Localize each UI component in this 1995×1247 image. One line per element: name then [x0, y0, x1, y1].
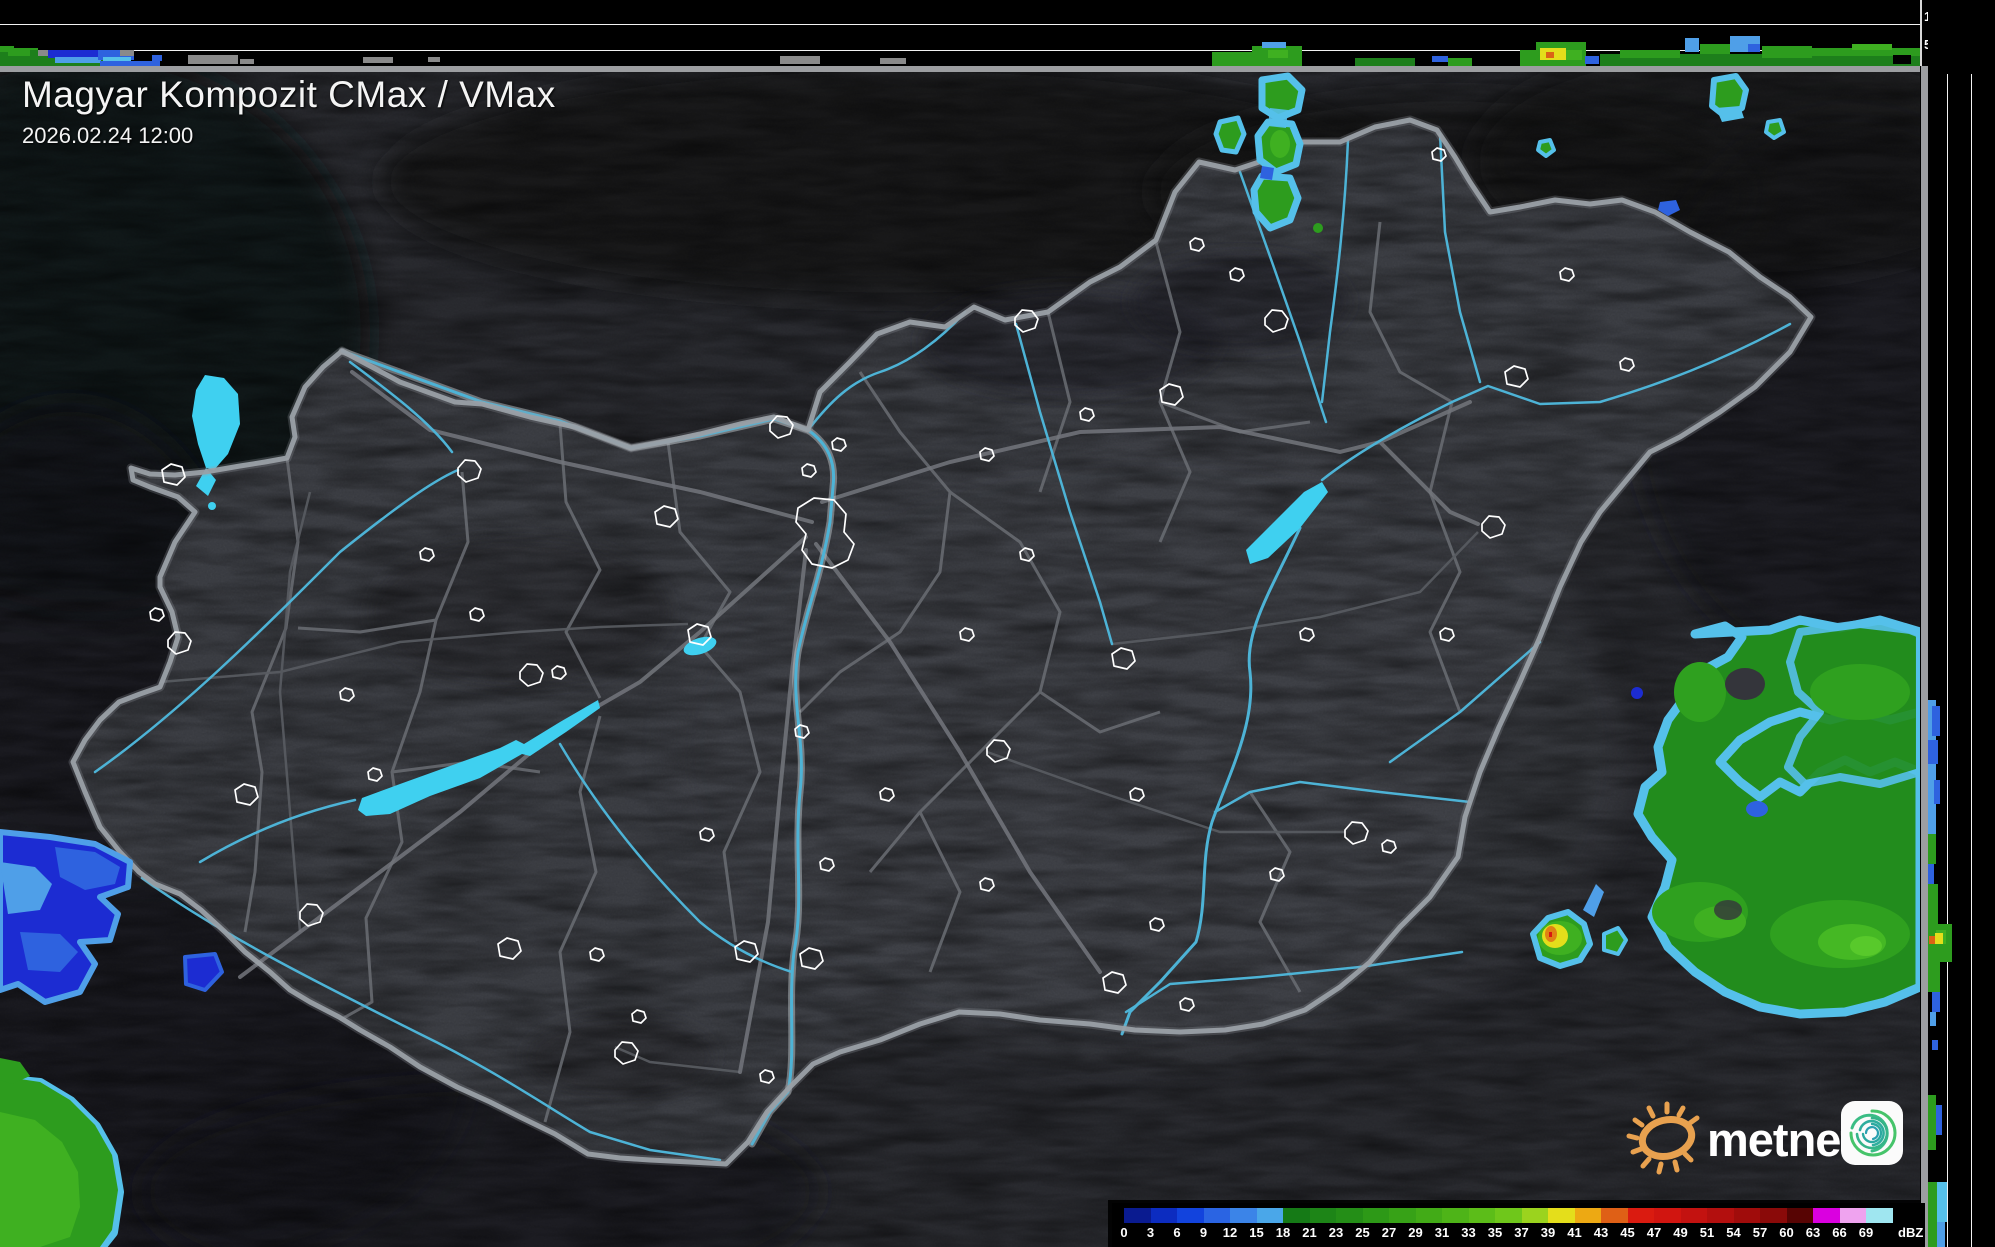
dbz-tick: 57: [1752, 1225, 1768, 1240]
dbz-color-segment: [1362, 1208, 1389, 1223]
dbz-legend: 0 3 6 9 12 15 18 21 23 25 27 29 31 33 35 37 39 41 43 45 47 49…: [1112, 1203, 1925, 1247]
dbz-color-segment: [1468, 1208, 1495, 1223]
dbz-color-segment: [1495, 1208, 1522, 1223]
dbz-color-segment: [1177, 1208, 1204, 1223]
dbz-tick: 43: [1593, 1225, 1609, 1240]
dbz-color-segment: [1442, 1208, 1469, 1223]
map-canvas: [0, 42, 1995, 1247]
dbz-color-segment: [1627, 1208, 1654, 1223]
dbz-color-segment: [1150, 1208, 1177, 1223]
dbz-tick-labels: 0 3 6 9 12 15 18 21 23 25 27 29 31 33 35 37 39 41 43 45 47 49…: [1120, 1225, 1914, 1241]
top-panel-divider: [1920, 0, 1922, 66]
dbz-color-segment: [1309, 1208, 1336, 1223]
dbz-color-segment: [1415, 1208, 1442, 1223]
top-gridline-10km: [0, 24, 1920, 25]
vmax-right-panel: [1928, 0, 1995, 1247]
relief-grain: [0, 72, 1920, 1247]
dbz-tick: 15: [1249, 1225, 1264, 1240]
dbz-color-segment: [1336, 1208, 1363, 1223]
dbz-tick: 51: [1699, 1225, 1715, 1240]
dbz-tick: 23: [1328, 1225, 1344, 1240]
dbz-tick: 45: [1620, 1225, 1635, 1240]
dbz-tick: 25: [1355, 1225, 1370, 1240]
dbz-color-segment: [1548, 1208, 1575, 1223]
timestamp: 2026.02.24 12:00: [22, 123, 194, 148]
dbz-color-segment: [1389, 1208, 1416, 1223]
dbz-tick: 29: [1408, 1225, 1423, 1240]
dbz-color-segment: [1680, 1208, 1707, 1223]
dbz-tick: 12: [1222, 1225, 1238, 1240]
dbz-tick: 9: [1199, 1225, 1208, 1240]
hungary-map-svg: [0, 42, 1995, 1247]
dbz-color-segment: [1203, 1208, 1230, 1223]
dbz-color-segment: [1733, 1208, 1760, 1223]
metnet-logo: metnet: [1625, 1090, 1915, 1185]
dbz-tick: 37: [1514, 1225, 1529, 1240]
dbz-tick: 63: [1805, 1225, 1821, 1240]
title-block: Magyar Kompozit CMax / VMax 2026.02.24 1…: [22, 74, 556, 149]
dbz-color-segment: [1124, 1208, 1151, 1223]
dbz-tick: 54: [1726, 1225, 1741, 1240]
dbz-tick: 35: [1487, 1225, 1503, 1240]
vmax-top-panel: [0, 0, 1920, 72]
dbz-tick: 60: [1779, 1225, 1794, 1240]
sun-icon: [1626, 1101, 1700, 1175]
dbz-color-segment: [1707, 1208, 1734, 1223]
dbz-color-segment: [1574, 1208, 1601, 1223]
metnet-app-icon: [1841, 1101, 1903, 1165]
right-panel-ground: [1921, 66, 1928, 1247]
dbz-color-segment: [1654, 1208, 1681, 1223]
dbz-colorbar: [1124, 1208, 1893, 1223]
dbz-tick: 3: [1146, 1225, 1155, 1240]
dbz-color-segment: [1839, 1208, 1866, 1223]
dbz-color-segment: [1760, 1208, 1787, 1223]
dbz-tick: 21: [1302, 1225, 1317, 1240]
dbz-tick: 47: [1646, 1225, 1662, 1240]
dbz-tick: 31: [1434, 1225, 1450, 1240]
dbz-tick: 0: [1120, 1225, 1128, 1240]
dbz-tick: 41: [1567, 1225, 1582, 1240]
dbz-tick: 66: [1832, 1225, 1847, 1240]
dbz-color-segment: [1283, 1208, 1310, 1223]
dbz-tick: 18: [1275, 1225, 1291, 1240]
page-title: Magyar Kompozit CMax / VMax: [22, 74, 556, 115]
dbz-color-segment: [1866, 1208, 1893, 1223]
dbz-unit-label: dBZ: [1898, 1225, 1924, 1240]
dbz-color-segment: [1521, 1208, 1548, 1223]
dbz-tick: 39: [1540, 1225, 1556, 1240]
dbz-color-segment: [1230, 1208, 1257, 1223]
top-panel-ground: [0, 66, 1920, 72]
right-gridline-5km: [1947, 74, 1948, 1247]
dbz-color-segment: [1813, 1208, 1840, 1223]
dbz-tick: 49: [1673, 1225, 1688, 1240]
radar-composite-page: Magyar Kompozit CMax / VMax 2026.02.24 1…: [0, 0, 1995, 1247]
dbz-tick: 27: [1381, 1225, 1397, 1240]
logo-wordmark: metnet: [1707, 1113, 1856, 1166]
right-gridline-10km: [1971, 74, 1972, 1247]
dbz-tick: 6: [1173, 1225, 1181, 1240]
dbz-color-segment: [1256, 1208, 1283, 1223]
dbz-tick: 33: [1461, 1225, 1476, 1240]
dbz-color-segment: [1601, 1208, 1628, 1223]
dbz-color-segment: [1786, 1208, 1813, 1223]
dbz-tick: 69: [1858, 1225, 1874, 1240]
